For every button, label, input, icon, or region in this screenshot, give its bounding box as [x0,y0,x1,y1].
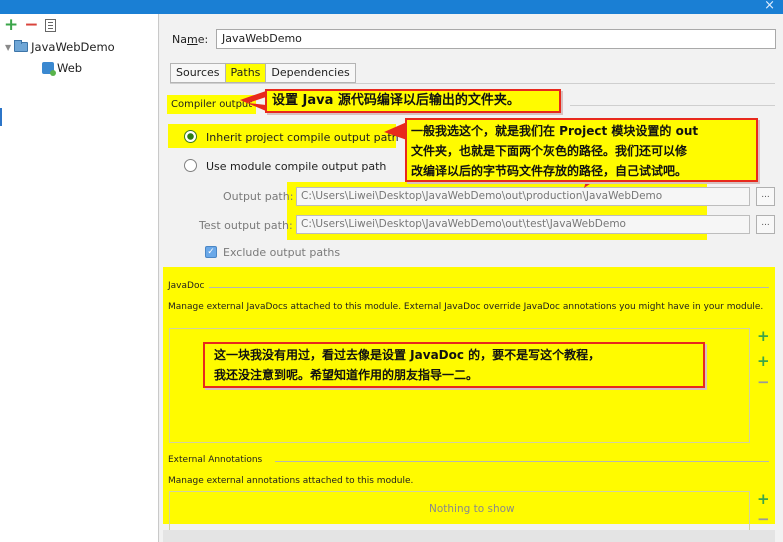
callout-inherit-path: 一般我选这个，就是我们在 Project 模块设置的 out 文件夹，也就是下面… [405,118,758,182]
callout-compiler-output: 设置 Java 源代码编译以后输出的文件夹。 [265,89,561,113]
annotation-arrows [240,91,609,188]
arrow-to-compiler-output [240,91,266,111]
callout-javadoc: 这一块我没有用过，看过去像是设置 JavaDoc 的，要不是写这个教程， 我还没… [203,342,705,388]
